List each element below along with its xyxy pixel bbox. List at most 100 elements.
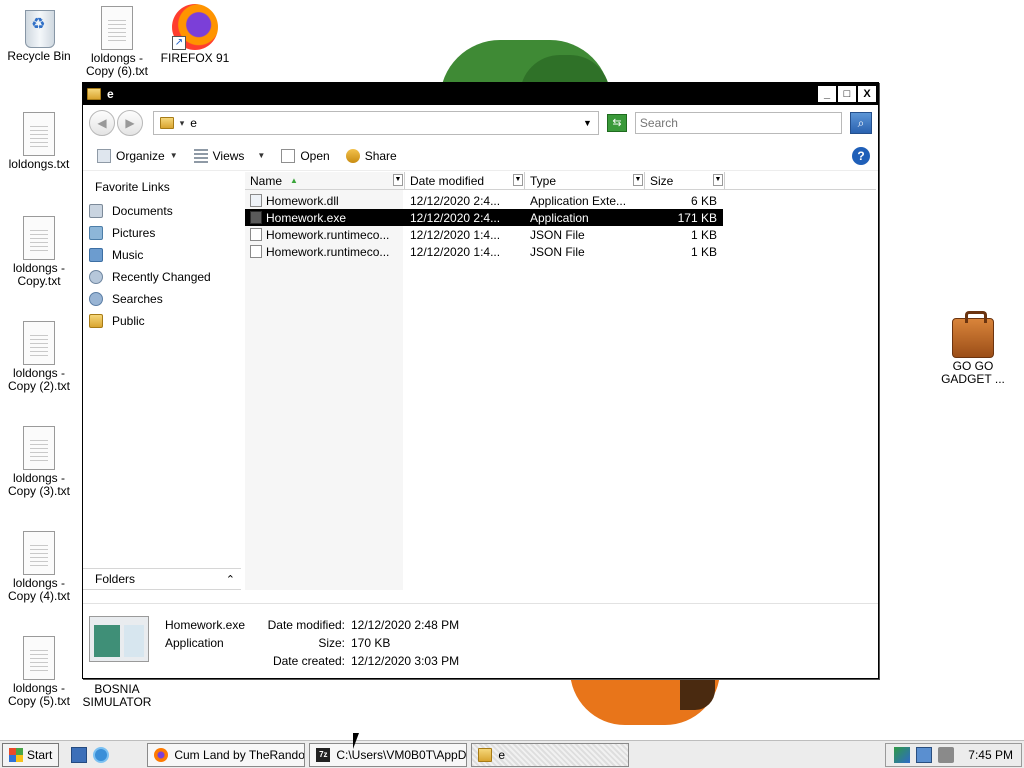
column-header-type[interactable]: Type ▼ — [525, 172, 645, 189]
nav-item-documents[interactable]: Documents — [83, 200, 241, 222]
network-icon[interactable] — [916, 746, 933, 763]
desktop-icon-file[interactable]: loldongs - Copy (3).txt — [0, 426, 78, 498]
chevron-down-icon[interactable]: ▼ — [583, 118, 592, 128]
nav-item-label: Public — [112, 314, 145, 328]
firefox-icon — [154, 747, 169, 762]
taskbar-button-7zip[interactable]: 7z C:\Users\VM0B0T\AppD... — [309, 742, 468, 767]
file-size: 6 KB — [690, 193, 717, 208]
address-input[interactable]: ▾ e ▼ — [152, 111, 599, 135]
open-label: Open — [300, 148, 330, 163]
column-headers: Name ▲ ▼ Date modified ▼ Type ▼ Size ▼ — [245, 172, 876, 190]
chevron-down-icon[interactable]: ▼ — [713, 174, 723, 186]
details-pane: Homework.exe Application Date modified: … — [83, 603, 878, 678]
file-size: 1 KB — [690, 227, 717, 242]
internet-explorer-icon[interactable] — [93, 746, 110, 763]
nav-item-music[interactable]: Music — [83, 244, 241, 266]
search-button[interactable]: ⌕ — [850, 112, 872, 134]
nav-item-public[interactable]: Public — [83, 310, 241, 332]
column-header-size[interactable]: Size ▼ — [645, 172, 725, 189]
command-bar: Organize ▼ Views ▼ Open Share ? — [83, 141, 878, 171]
desktop-icon-file[interactable]: loldongs - Copy (5).txt — [0, 636, 78, 708]
desktop-icon-gadget[interactable]: GO GO GADGET ... — [934, 311, 1012, 386]
favorite-links-heading: Favorite Links — [95, 180, 170, 194]
nav-item-recently-changed[interactable]: Recently Changed — [83, 266, 241, 288]
desktop-icon-file[interactable]: loldongs - Copy (4).txt — [0, 531, 78, 603]
show-desktop-icon[interactable] — [71, 746, 88, 763]
nav-item-searches[interactable]: Searches — [83, 288, 241, 310]
search-input[interactable] — [634, 112, 843, 134]
file-type: JSON File — [530, 244, 585, 259]
desktop-icon-file[interactable]: loldongs - Copy.txt — [0, 216, 78, 288]
volume-muted-icon[interactable] — [938, 746, 955, 763]
nav-item-label: Documents — [112, 204, 173, 218]
table-row[interactable]: Homework.runtimeco... 12/12/2020 1:4... … — [245, 226, 876, 243]
text-file-icon — [101, 6, 133, 50]
clock[interactable]: 7:45 PM — [968, 748, 1013, 762]
sort-ascending-icon: ▲ — [290, 176, 298, 185]
taskbar-button-firefox[interactable]: Cum Land by TheRando... — [147, 742, 306, 767]
folders-label: Folders — [95, 572, 136, 586]
taskbar-button-label: e — [498, 747, 506, 762]
tray-app-icon[interactable] — [894, 746, 911, 763]
file-size: 1 KB — [690, 244, 717, 259]
column-header-name[interactable]: Name ▲ ▼ — [245, 172, 405, 189]
nav-item-label: Music — [112, 248, 144, 262]
wallpaper-shape — [680, 675, 715, 710]
breadcrumb-arrow-icon[interactable]: ▾ — [180, 118, 185, 129]
quick-launch — [71, 746, 110, 763]
share-button[interactable]: Share — [340, 147, 403, 165]
details-value-created: 12/12/2020 3:03 PM — [351, 654, 460, 668]
close-button[interactable]: X — [858, 86, 876, 102]
desktop-icon-bosnia-simulator[interactable]: BOSNIA SIMULATOR — [78, 683, 156, 709]
views-button[interactable]: Views ▼ — [188, 147, 272, 165]
nav-item-pictures[interactable]: Pictures — [83, 222, 241, 244]
maximize-button[interactable]: □ — [838, 86, 856, 102]
chevron-down-icon[interactable]: ▼ — [513, 174, 523, 186]
open-button[interactable]: Open — [275, 147, 335, 165]
desktop-icon-file[interactable]: loldongs - Copy (2).txt — [0, 321, 78, 393]
views-icon — [193, 148, 208, 163]
dll-file-icon — [250, 194, 262, 207]
details-label-created: Date created: — [272, 654, 345, 668]
folder-icon — [478, 747, 493, 762]
taskbar-button-label: C:\Users\VM0B0T\AppD... — [336, 747, 468, 762]
chevron-down-icon[interactable]: ▼ — [393, 174, 403, 186]
desktop-icon-recycle-bin[interactable]: Recycle Bin — [0, 4, 78, 63]
music-icon — [89, 248, 103, 262]
windows-logo-icon — [9, 747, 23, 762]
forward-button[interactable]: ▶ — [117, 110, 143, 136]
file-name: Homework.exe — [266, 210, 347, 225]
chevron-down-icon: ▼ — [169, 151, 178, 160]
file-name: Homework.runtimeco... — [266, 227, 390, 242]
desktop-icon-label: loldongs - Copy (5).txt — [7, 681, 70, 708]
breadcrumb-path[interactable]: e — [190, 116, 197, 130]
folder-icon — [87, 88, 101, 100]
taskbar: Start Cum Land by TheRando... 7z C:\User… — [0, 740, 1024, 768]
desktop-icon-file[interactable]: loldongs.txt — [0, 112, 78, 171]
title-bar[interactable]: e _ □ X — [83, 83, 878, 105]
text-file-icon — [23, 636, 55, 680]
back-button[interactable]: ◀ — [89, 110, 115, 136]
desktop-icon-firefox[interactable]: ↗ FIREFOX 91 — [156, 4, 234, 65]
file-date: 12/12/2020 1:4... — [410, 227, 501, 242]
window-title: e — [107, 87, 114, 101]
desktop-icon-file[interactable]: loldongs - Copy (6).txt — [78, 6, 156, 78]
organize-button[interactable]: Organize ▼ — [91, 147, 184, 165]
help-icon[interactable]: ? — [852, 146, 870, 165]
table-row[interactable]: Homework.runtimeco... 12/12/2020 1:4... … — [245, 243, 876, 260]
file-thumbnail — [89, 616, 149, 662]
taskbar-button-explorer[interactable]: e — [471, 742, 630, 767]
table-row-selected[interactable]: Homework.exe 12/12/2020 2:4... Applicati… — [245, 209, 723, 226]
desktop-icon-label: loldongs - Copy (2).txt — [7, 366, 70, 393]
column-header-label: Size — [650, 173, 674, 188]
start-button[interactable]: Start — [2, 742, 60, 767]
column-header-date[interactable]: Date modified ▼ — [405, 172, 525, 189]
folders-toggle[interactable]: Folders ⌃ — [83, 568, 241, 590]
nav-item-label: Recently Changed — [112, 270, 211, 284]
chevron-down-icon[interactable]: ▼ — [633, 174, 643, 186]
share-icon — [345, 148, 360, 163]
minimize-button[interactable]: _ — [818, 86, 836, 102]
desktop-icon-label: loldongs - Copy (3).txt — [7, 471, 70, 498]
table-row[interactable]: Homework.dll 12/12/2020 2:4... Applicati… — [245, 192, 876, 209]
refresh-button[interactable]: ⇆ — [606, 114, 627, 132]
